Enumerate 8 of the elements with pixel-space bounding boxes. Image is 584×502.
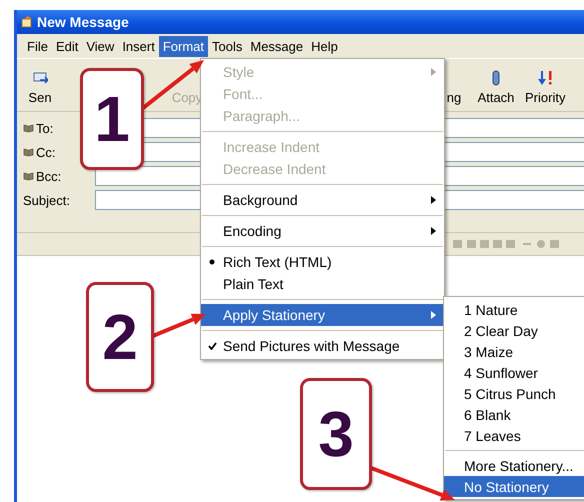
callout-number: 1: [80, 68, 144, 170]
callout-number: 2: [86, 282, 154, 392]
field-label: To:: [36, 120, 54, 136]
field-label: Bcc:: [36, 168, 62, 184]
field-label: Cc:: [36, 144, 56, 160]
field-label: Subject:: [23, 192, 70, 208]
callout-number: 3: [300, 378, 372, 490]
window-title: New Message: [37, 14, 129, 30]
